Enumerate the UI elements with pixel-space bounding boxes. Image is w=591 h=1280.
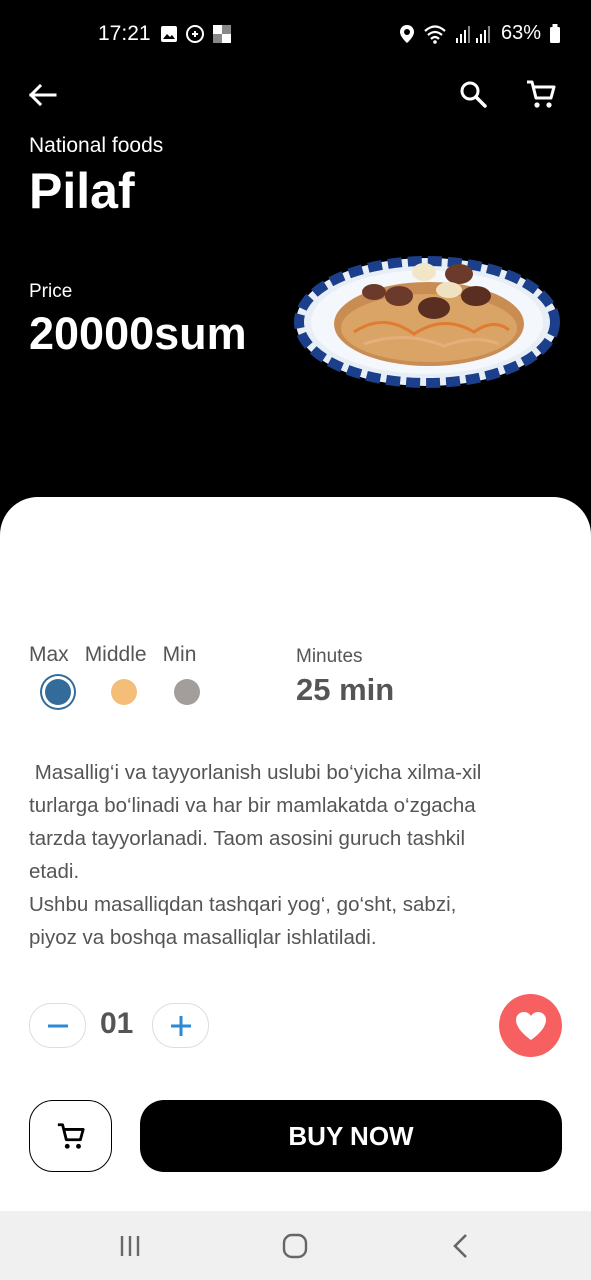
description-line: Ushbu masalliqdan tashqari yog‘, go‘sht,… — [29, 893, 457, 916]
status-notification-icons — [160, 24, 232, 44]
size-option-middle[interactable] — [111, 679, 137, 705]
status-time: 17:21 — [98, 22, 151, 45]
status-system-icons: 63% — [399, 22, 561, 45]
size-label-min: Min — [162, 643, 197, 666]
cart-icon — [527, 80, 556, 108]
cook-time-label: Minutes — [296, 646, 363, 667]
product-category: National foods — [29, 134, 164, 157]
size-option-min[interactable] — [174, 679, 200, 705]
description-line: turlarga bo‘linadi va har bir mamlakatda… — [29, 794, 476, 817]
product-title: Pilaf — [29, 163, 135, 219]
buy-now-button[interactable]: BUY NOW — [140, 1100, 562, 1172]
size-option-max[interactable] — [45, 679, 71, 705]
size-label-middle: Middle — [84, 643, 147, 666]
battery-percent: 63% — [500, 22, 541, 44]
plus-icon — [170, 1015, 191, 1036]
home-button[interactable] — [278, 1229, 312, 1263]
price-value: 20000sum — [29, 308, 247, 359]
wifi-icon — [424, 24, 446, 44]
home-icon — [282, 1233, 308, 1259]
size-label-max: Max — [29, 643, 69, 666]
description-line: etadi. — [29, 860, 80, 883]
back-arrow-icon — [28, 83, 57, 107]
battery-icon — [550, 23, 560, 43]
description-line: Masallig‘i va tayyorlanish uslubi bo‘yic… — [29, 761, 482, 784]
whatsapp-icon — [186, 25, 204, 43]
search-button[interactable] — [455, 76, 491, 112]
favorite-button[interactable] — [499, 994, 562, 1057]
description-line: piyoz va boshqa masalliqlar ishlatiladi. — [29, 926, 377, 949]
quantity-increase-button[interactable] — [152, 1003, 209, 1048]
cart-button[interactable] — [522, 76, 560, 112]
app-icon — [213, 25, 231, 43]
top-nav — [0, 70, 591, 120]
chevron-left-icon — [453, 1234, 467, 1258]
add-to-cart-button[interactable] — [29, 1100, 112, 1172]
status-bar: 17:21 63% — [0, 0, 591, 70]
back-button[interactable] — [24, 78, 60, 112]
image-icon — [161, 26, 177, 42]
cook-time-value: 25 min — [296, 672, 395, 707]
size-dots — [29, 676, 229, 716]
product-description: Masallig‘i va tayyorlanish uslubi bo‘yic… — [29, 756, 549, 954]
search-icon — [460, 81, 487, 108]
recent-apps-button[interactable] — [113, 1231, 147, 1261]
system-nav-bar — [0, 1211, 591, 1280]
size-selector: Max Middle Min — [29, 643, 229, 705]
description-line: tarzda tayyorlanadi. Taom asosini guruch… — [29, 827, 466, 850]
quantity-decrease-button[interactable] — [29, 1003, 86, 1048]
minus-icon — [47, 1024, 68, 1027]
price-label: Price — [29, 281, 73, 302]
pilaf-plate-image — [294, 256, 560, 388]
signal-icon — [455, 25, 490, 43]
heart-icon — [515, 1011, 546, 1040]
cart-icon — [57, 1123, 85, 1149]
size-labels: Max Middle Min — [29, 643, 229, 667]
quantity-value: 01 — [100, 1007, 134, 1040]
system-back-button[interactable] — [445, 1229, 477, 1263]
recents-icon — [120, 1236, 140, 1256]
location-icon — [399, 24, 414, 43]
